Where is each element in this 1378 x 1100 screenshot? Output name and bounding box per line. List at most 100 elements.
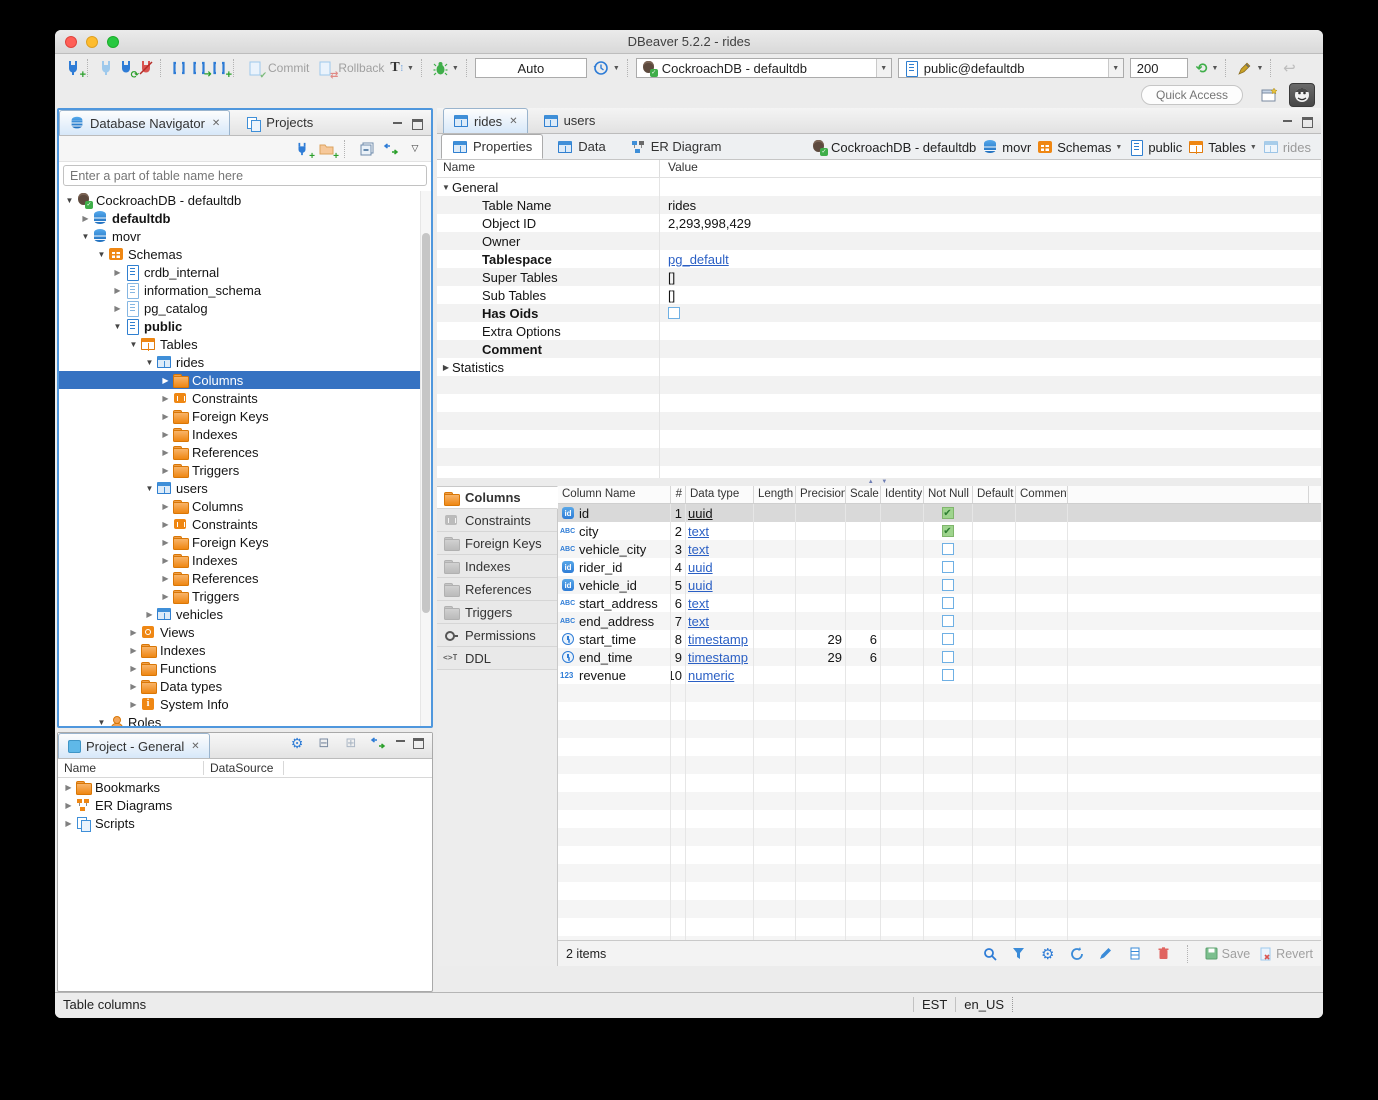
expand-arrow-icon[interactable]: ▼	[95, 718, 108, 727]
tree-item-columns[interactable]: ▶Columns	[59, 371, 431, 389]
gear-icon[interactable]: ⚙	[1038, 944, 1058, 964]
breadcrumb-item-tables[interactable]: Tables▼	[1188, 139, 1257, 155]
expand-arrow-icon[interactable]: ▶	[62, 801, 75, 810]
datatype-link[interactable]: uuid	[688, 578, 713, 593]
reconnect-icon[interactable]: ⟳	[116, 58, 136, 78]
fetch-size-input[interactable]	[1130, 58, 1188, 78]
commit-button[interactable]: ✔ Commit	[245, 58, 309, 78]
close-project-general-icon[interactable]: ✕	[191, 741, 199, 752]
column-header-column-name[interactable]: Column Name	[558, 486, 671, 503]
disconnect-icon[interactable]	[96, 58, 116, 78]
schema-combo[interactable]: public@defaultdb ▼	[898, 58, 1124, 78]
project-item-scripts[interactable]: ▶Scripts	[58, 814, 432, 832]
expand-arrow-icon[interactable]: ▼	[111, 322, 124, 331]
tab-project-general[interactable]: Project - General ✕	[58, 733, 210, 758]
breadcrumb-item-schemas[interactable]: Schemas▼	[1037, 139, 1122, 155]
expand-arrow-icon[interactable]: ▶	[159, 376, 172, 385]
expand-arrow-icon[interactable]: ▶	[159, 448, 172, 457]
notnull-checkbox[interactable]	[942, 525, 954, 537]
detail-tab-columns[interactable]: Columns	[437, 486, 558, 509]
project-link-editor-icon[interactable]	[368, 733, 388, 753]
column-header-precision[interactable]: Precision	[796, 486, 846, 503]
minimize-editor-icon[interactable]	[1282, 118, 1293, 128]
search-icon[interactable]	[980, 944, 1000, 964]
expand-arrow-icon[interactable]: ▼	[95, 250, 108, 259]
save-button[interactable]: Save	[1205, 947, 1251, 961]
tree-item-system-info[interactable]: ▶System Info	[59, 695, 431, 713]
notnull-checkbox[interactable]	[942, 633, 954, 645]
notnull-checkbox[interactable]	[942, 579, 954, 591]
datatype-link[interactable]: timestamp	[688, 650, 748, 665]
expand-arrow-icon[interactable]: ▶	[159, 538, 172, 547]
expand-arrow-icon[interactable]: ▶	[159, 574, 172, 583]
tree-item-foreign-keys[interactable]: ▶Foreign Keys	[59, 407, 431, 425]
dbeaver-perspective-icon[interactable]	[1289, 83, 1315, 107]
spray-icon[interactable]: ▼	[1237, 61, 1263, 76]
expand-arrow-icon[interactable]: ▶	[143, 610, 156, 619]
transaction-history-icon[interactable]: ▼	[593, 60, 620, 76]
tab-database-navigator[interactable]: Database Navigator ✕	[59, 110, 230, 135]
tree-item-defaultdb[interactable]: ▶defaultdb	[59, 209, 431, 227]
expand-arrow-icon[interactable]: ▶	[127, 646, 140, 655]
column-header-[interactable]: #	[671, 486, 686, 503]
open-sql-script-icon[interactable]: ➜	[189, 58, 209, 78]
navigator-scrollbar[interactable]	[420, 191, 431, 726]
new-connection-icon[interactable]: +	[63, 58, 83, 78]
property-row-super-tables[interactable]: Super Tables[]	[437, 268, 1321, 286]
column-header-scale[interactable]: Scale	[846, 486, 881, 503]
expand-arrow-icon[interactable]: ▶	[159, 556, 172, 565]
expand-arrow-icon[interactable]: ▶	[79, 214, 92, 223]
connection-combo[interactable]: CockroachDB - defaultdb ▼	[636, 58, 892, 78]
tablespace-link[interactable]: pg_default	[668, 252, 729, 267]
table-row-city[interactable]: city2text	[558, 522, 1321, 540]
table-filter-input[interactable]	[63, 165, 427, 186]
edit-icon[interactable]	[1096, 944, 1116, 964]
rollback-button[interactable]: ⇄ Rollback	[315, 58, 384, 78]
tree-item-indexes[interactable]: ▶Indexes	[59, 425, 431, 443]
collapse-all-icon[interactable]	[357, 139, 377, 159]
detail-tab-triggers[interactable]: Triggers	[437, 601, 557, 624]
expand-arrow-icon[interactable]: ▼	[440, 183, 452, 192]
tree-item-cockroachdb-defaultdb[interactable]: ▼CockroachDB - defaultdb	[59, 191, 431, 209]
tree-item-crdb-internal[interactable]: ▶crdb_internal	[59, 263, 431, 281]
back-icon[interactable]: ↩	[1279, 58, 1299, 78]
sql-editor-icon[interactable]	[169, 58, 189, 78]
table-row-rider-id[interactable]: rider_id4uuid	[558, 558, 1321, 576]
detail-tab-references[interactable]: References	[437, 578, 557, 601]
datatype-link[interactable]: text	[688, 524, 709, 539]
tree-item-indexes[interactable]: ▶Indexes	[59, 551, 431, 569]
maximize-project-panel-icon[interactable]	[413, 738, 424, 749]
datatype-link[interactable]: uuid	[688, 506, 713, 521]
expand-arrow-icon[interactable]: ▶	[111, 268, 124, 277]
property-row-has-oids[interactable]: Has Oids	[437, 304, 1321, 322]
property-row-table-name[interactable]: Table Namerides	[437, 196, 1321, 214]
notnull-checkbox[interactable]	[942, 615, 954, 627]
tree-item-rides[interactable]: ▼rides	[59, 353, 431, 371]
property-row-statistics[interactable]: ▶Statistics	[437, 358, 1321, 376]
maximize-editor-icon[interactable]	[1302, 117, 1313, 128]
new-folder-icon[interactable]: +	[316, 139, 336, 159]
rows-icon[interactable]	[1125, 944, 1145, 964]
subtab-er-diagram[interactable]: ER Diagram	[620, 134, 732, 159]
notnull-checkbox[interactable]	[942, 543, 954, 555]
filter-icon[interactable]	[1009, 944, 1029, 964]
has-oids-checkbox[interactable]	[668, 307, 680, 319]
expand-arrow-icon[interactable]: ▼	[63, 196, 76, 205]
breadcrumb-item-cockroachdb-defaultdb[interactable]: CockroachDB - defaultdb	[811, 139, 976, 155]
expand-arrow-icon[interactable]: ▶	[127, 628, 140, 637]
minimize-project-panel-icon[interactable]	[395, 738, 406, 748]
expand-arrow-icon[interactable]: ▶	[159, 466, 172, 475]
subtab-data[interactable]: Data	[547, 134, 615, 159]
expand-arrow-icon[interactable]: ▶	[159, 520, 172, 529]
disconnect-all-icon[interactable]	[136, 58, 156, 78]
project-settings-gear-icon[interactable]: ⚙	[287, 733, 307, 753]
table-row-vehicle-city[interactable]: vehicle_city3text	[558, 540, 1321, 558]
tree-item-users[interactable]: ▼users	[59, 479, 431, 497]
tree-item-schemas[interactable]: ▼Schemas	[59, 245, 431, 263]
datatype-link[interactable]: timestamp	[688, 632, 748, 647]
expand-arrow-icon[interactable]: ▶	[159, 502, 172, 511]
project-item-bookmarks[interactable]: ▶Bookmarks	[58, 778, 432, 796]
tree-item-tables[interactable]: ▼Tables	[59, 335, 431, 353]
tree-item-references[interactable]: ▶References	[59, 569, 431, 587]
editor-tab-rides[interactable]: rides✕	[443, 108, 528, 133]
